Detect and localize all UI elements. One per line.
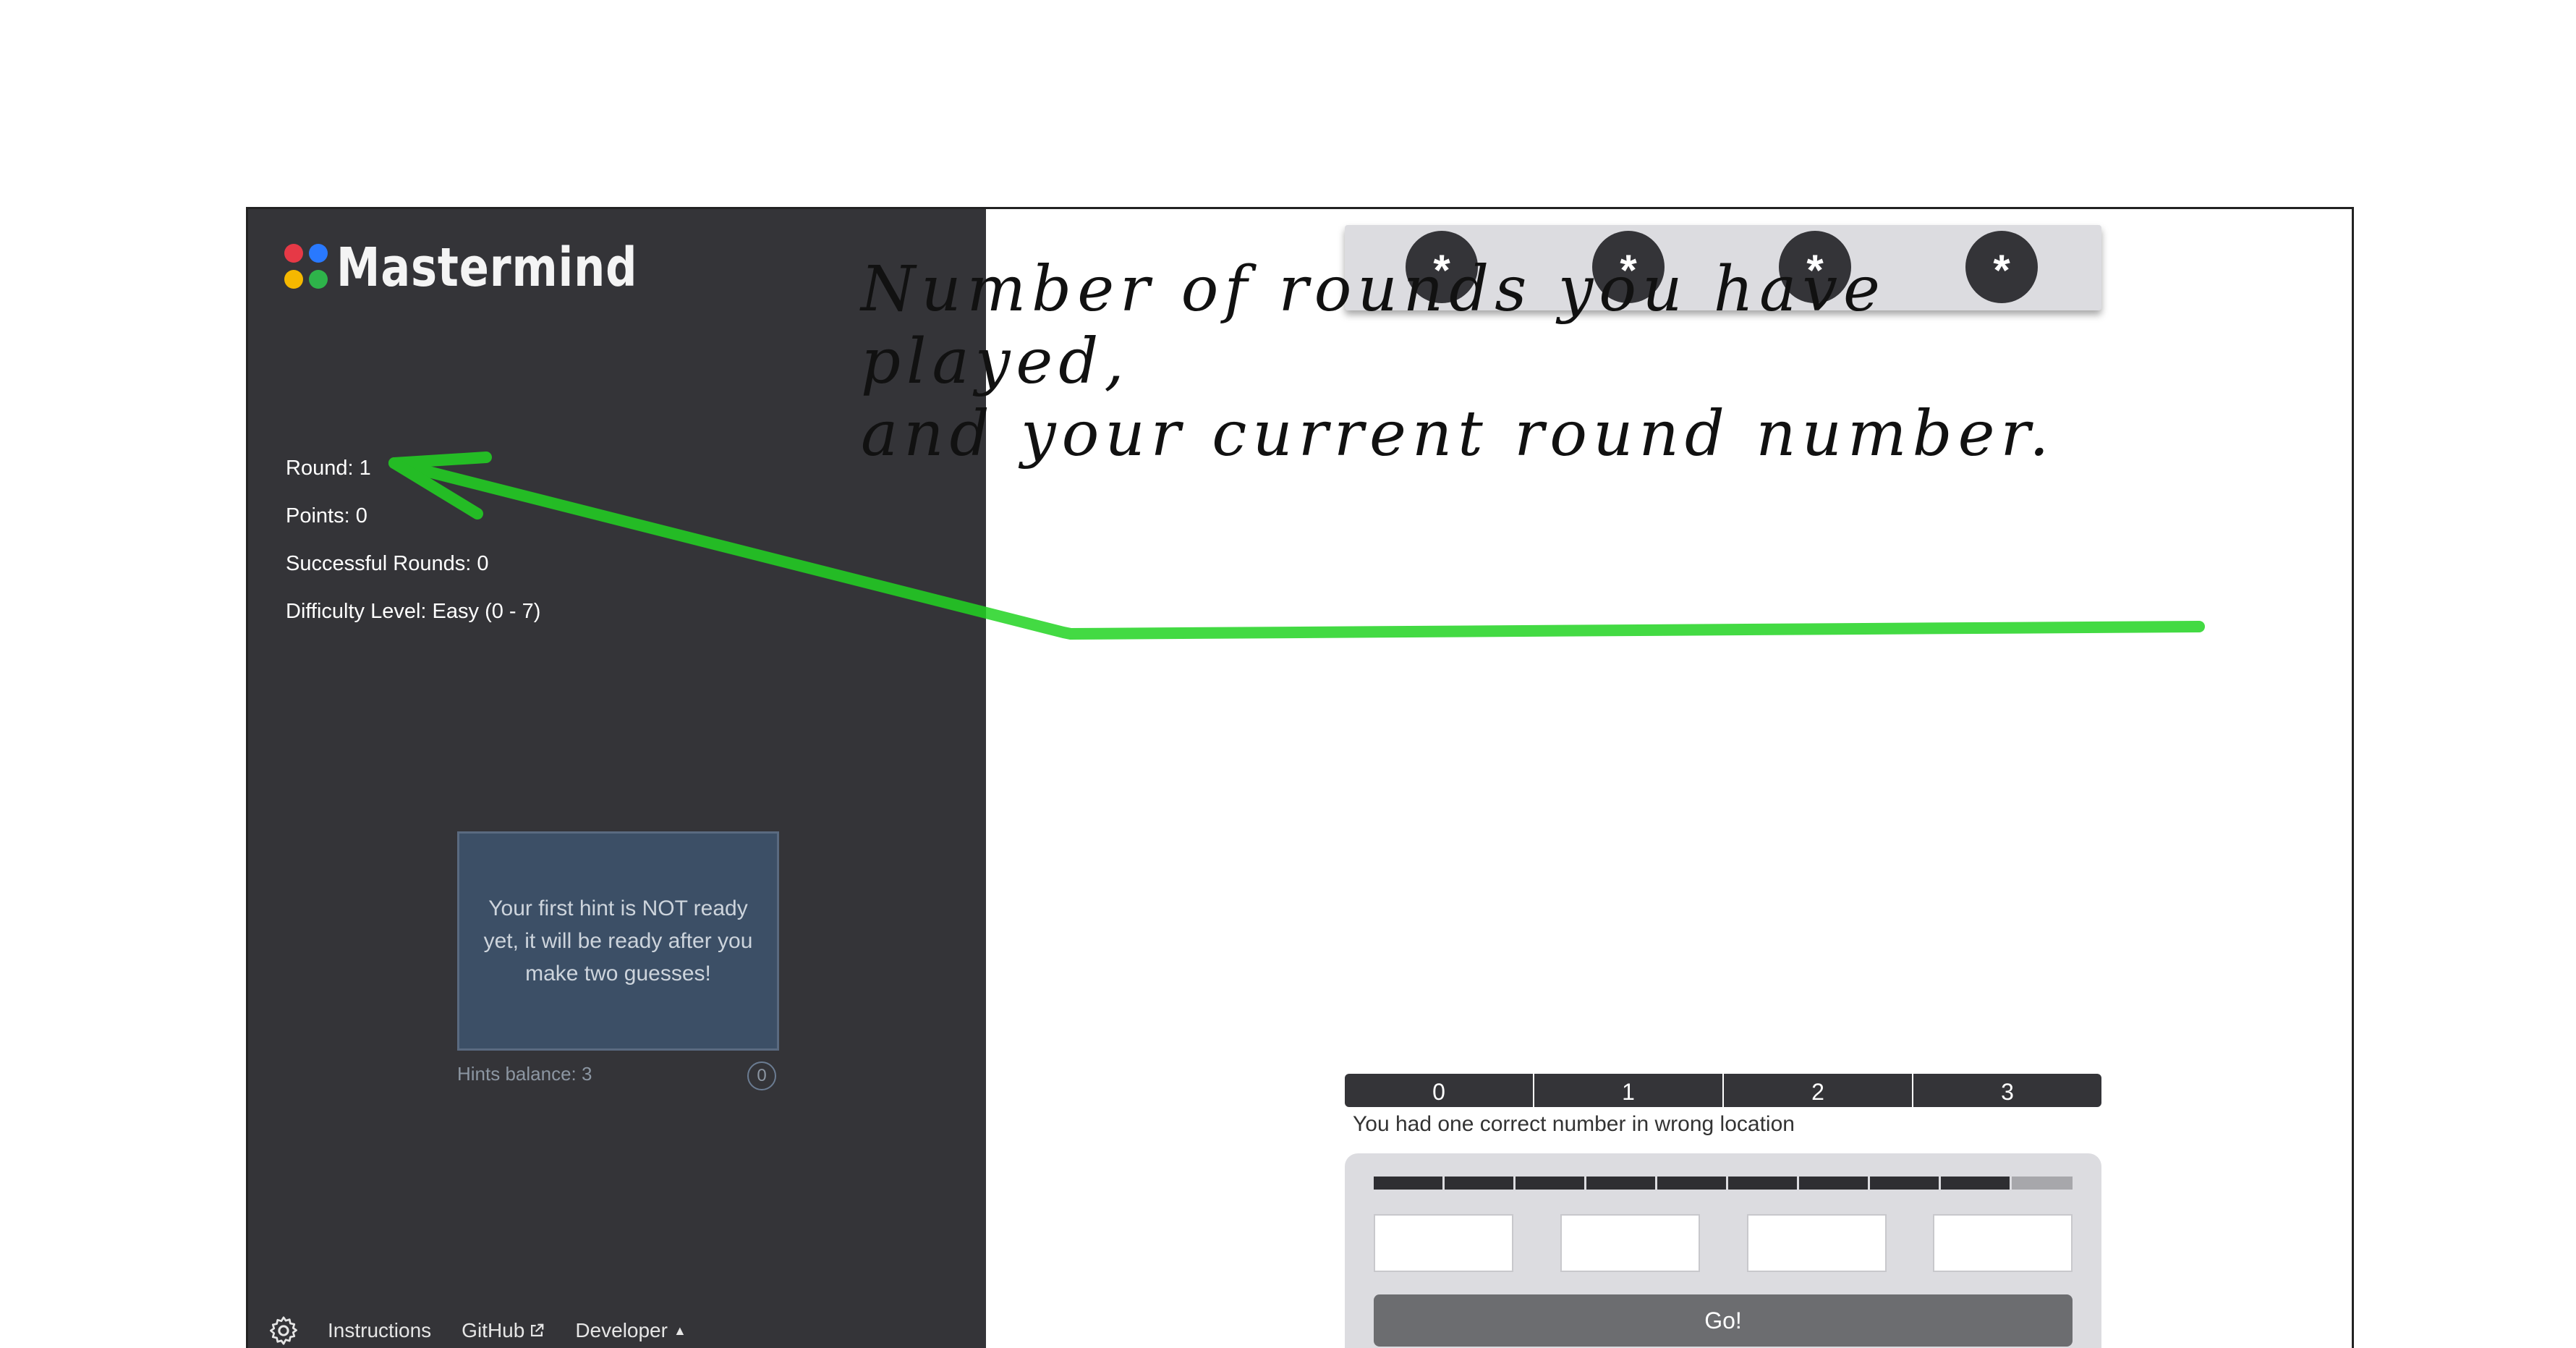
score-label: 0: [1432, 1079, 1445, 1105]
github-link[interactable]: GitHub: [462, 1319, 545, 1342]
timer-segment: [1516, 1177, 1586, 1190]
logo-dot-green: [309, 270, 328, 289]
logo-dots-icon: [284, 244, 332, 292]
timer-segment: [1799, 1177, 1870, 1190]
go-button[interactable]: Go!: [1374, 1294, 2073, 1347]
hint-box: Your first hint is NOT ready yet, it wil…: [457, 831, 779, 1051]
score-label: 1: [1533, 1074, 1722, 1107]
timer-segment: [1941, 1177, 2012, 1190]
external-link-icon: [531, 1323, 544, 1336]
timer-progress-bar: [1374, 1177, 2073, 1190]
guess-input-3[interactable]: [1747, 1214, 1887, 1272]
hints-balance: Hints balance: 3: [457, 1063, 592, 1085]
score-label: 3: [1912, 1074, 2101, 1107]
github-label: GitHub: [462, 1319, 525, 1341]
guess-input-2[interactable]: [1560, 1214, 1700, 1272]
tutorial-annotation: Number of rounds you have played, and yo…: [861, 253, 2091, 470]
round-stat: Round: 1: [286, 457, 371, 480]
logo-dot-red: [284, 244, 303, 263]
logo-dot-yellow: [284, 270, 303, 289]
timer-segment: [1445, 1177, 1516, 1190]
sidebar-footer: Instructions GitHub Developer ▲: [267, 1314, 717, 1347]
developer-dropdown[interactable]: Developer ▲: [575, 1319, 686, 1342]
annotation-line-1: Number of rounds you have played,: [861, 253, 1886, 398]
successful-rounds-stat: Successful Rounds: 0: [286, 552, 489, 575]
logo-dot-blue: [309, 244, 328, 263]
guess-input-4[interactable]: [1933, 1214, 2073, 1272]
hints-counter-badge: 0: [747, 1061, 776, 1090]
annotation-line-2: and your current round number.: [861, 398, 2055, 470]
app-logo: Mastermind: [284, 237, 704, 299]
timer-segment: [1586, 1177, 1657, 1190]
gear-icon[interactable]: [267, 1314, 300, 1347]
guess-panel: Go!: [1345, 1153, 2101, 1348]
score-label: 2: [1722, 1074, 1912, 1107]
instructions-link[interactable]: Instructions: [328, 1319, 431, 1342]
guess-input-1[interactable]: [1374, 1214, 1513, 1272]
timer-segment: [1728, 1177, 1799, 1190]
developer-label: Developer: [575, 1319, 668, 1341]
guess-feedback: You had one correct number in wrong loca…: [1353, 1112, 1795, 1136]
timer-segment: [1657, 1177, 1728, 1190]
game-stats: Round: 1 Points: 0 Successful Rounds: 0 …: [286, 444, 540, 635]
app-title: Mastermind: [336, 237, 638, 299]
timer-segment: [1870, 1177, 1941, 1190]
score-scale: 0 1 2 3: [1345, 1074, 2101, 1107]
difficulty-stat: Difficulty Level: Easy (0 - 7): [286, 600, 541, 623]
points-stat: Points: 0: [286, 504, 367, 527]
timer-segment: [1374, 1177, 1445, 1190]
caret-up-icon: ▲: [673, 1323, 686, 1338]
hint-message: Your first hint is NOT ready yet, it wil…: [483, 896, 753, 985]
